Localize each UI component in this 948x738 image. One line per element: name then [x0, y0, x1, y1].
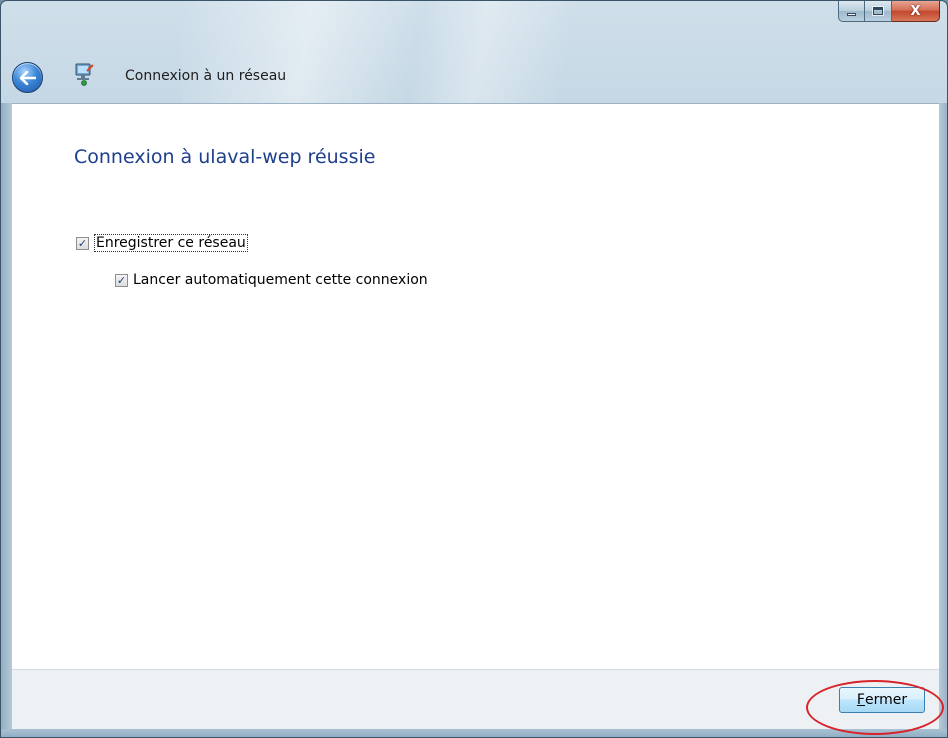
check-mark-icon: ✓ [77, 236, 88, 250]
auto-connect-option[interactable]: ✓ Lancer automatiquement cette connexion [115, 272, 428, 288]
minimize-button[interactable] [838, 1, 865, 22]
save-network-label: Enregistrer ce réseau [94, 234, 248, 252]
save-network-checkbox[interactable]: ✓ [76, 236, 89, 250]
maximize-button[interactable] [865, 1, 892, 22]
back-button[interactable] [12, 62, 43, 93]
check-mark-icon: ✓ [116, 273, 127, 287]
wizard-title: Connexion à un réseau [125, 68, 287, 84]
auto-connect-checkbox[interactable]: ✓ [115, 273, 128, 287]
maximize-icon [872, 6, 884, 16]
minimize-icon [847, 13, 856, 16]
window-frame-bottom [1, 729, 947, 737]
close-button-label: ermer [864, 692, 908, 708]
close-button[interactable]: Fermer [839, 687, 925, 713]
wizard-window: X Connexion à un réseau Connexion à ulav… [0, 0, 948, 738]
navigation-bar: Connexion à un réseau [1, 51, 947, 103]
close-button-access-key: F [856, 692, 865, 708]
content-area: Connexion à ulaval-wep réussie ✓ Enregis… [12, 103, 939, 669]
footer-bar: Fermer [12, 669, 939, 730]
save-network-option[interactable]: ✓ Enregistrer ce réseau [76, 234, 248, 252]
page-heading: Connexion à ulaval-wep réussie [74, 146, 376, 168]
close-icon: X [910, 3, 921, 19]
network-icon [75, 63, 94, 86]
caption-buttons: X [838, 1, 940, 23]
back-arrow-icon [19, 70, 36, 85]
window-frame-left [1, 103, 12, 729]
close-window-button[interactable]: X [892, 1, 940, 22]
auto-connect-label: Lancer automatiquement cette connexion [133, 272, 428, 288]
window-frame-right [939, 103, 947, 729]
